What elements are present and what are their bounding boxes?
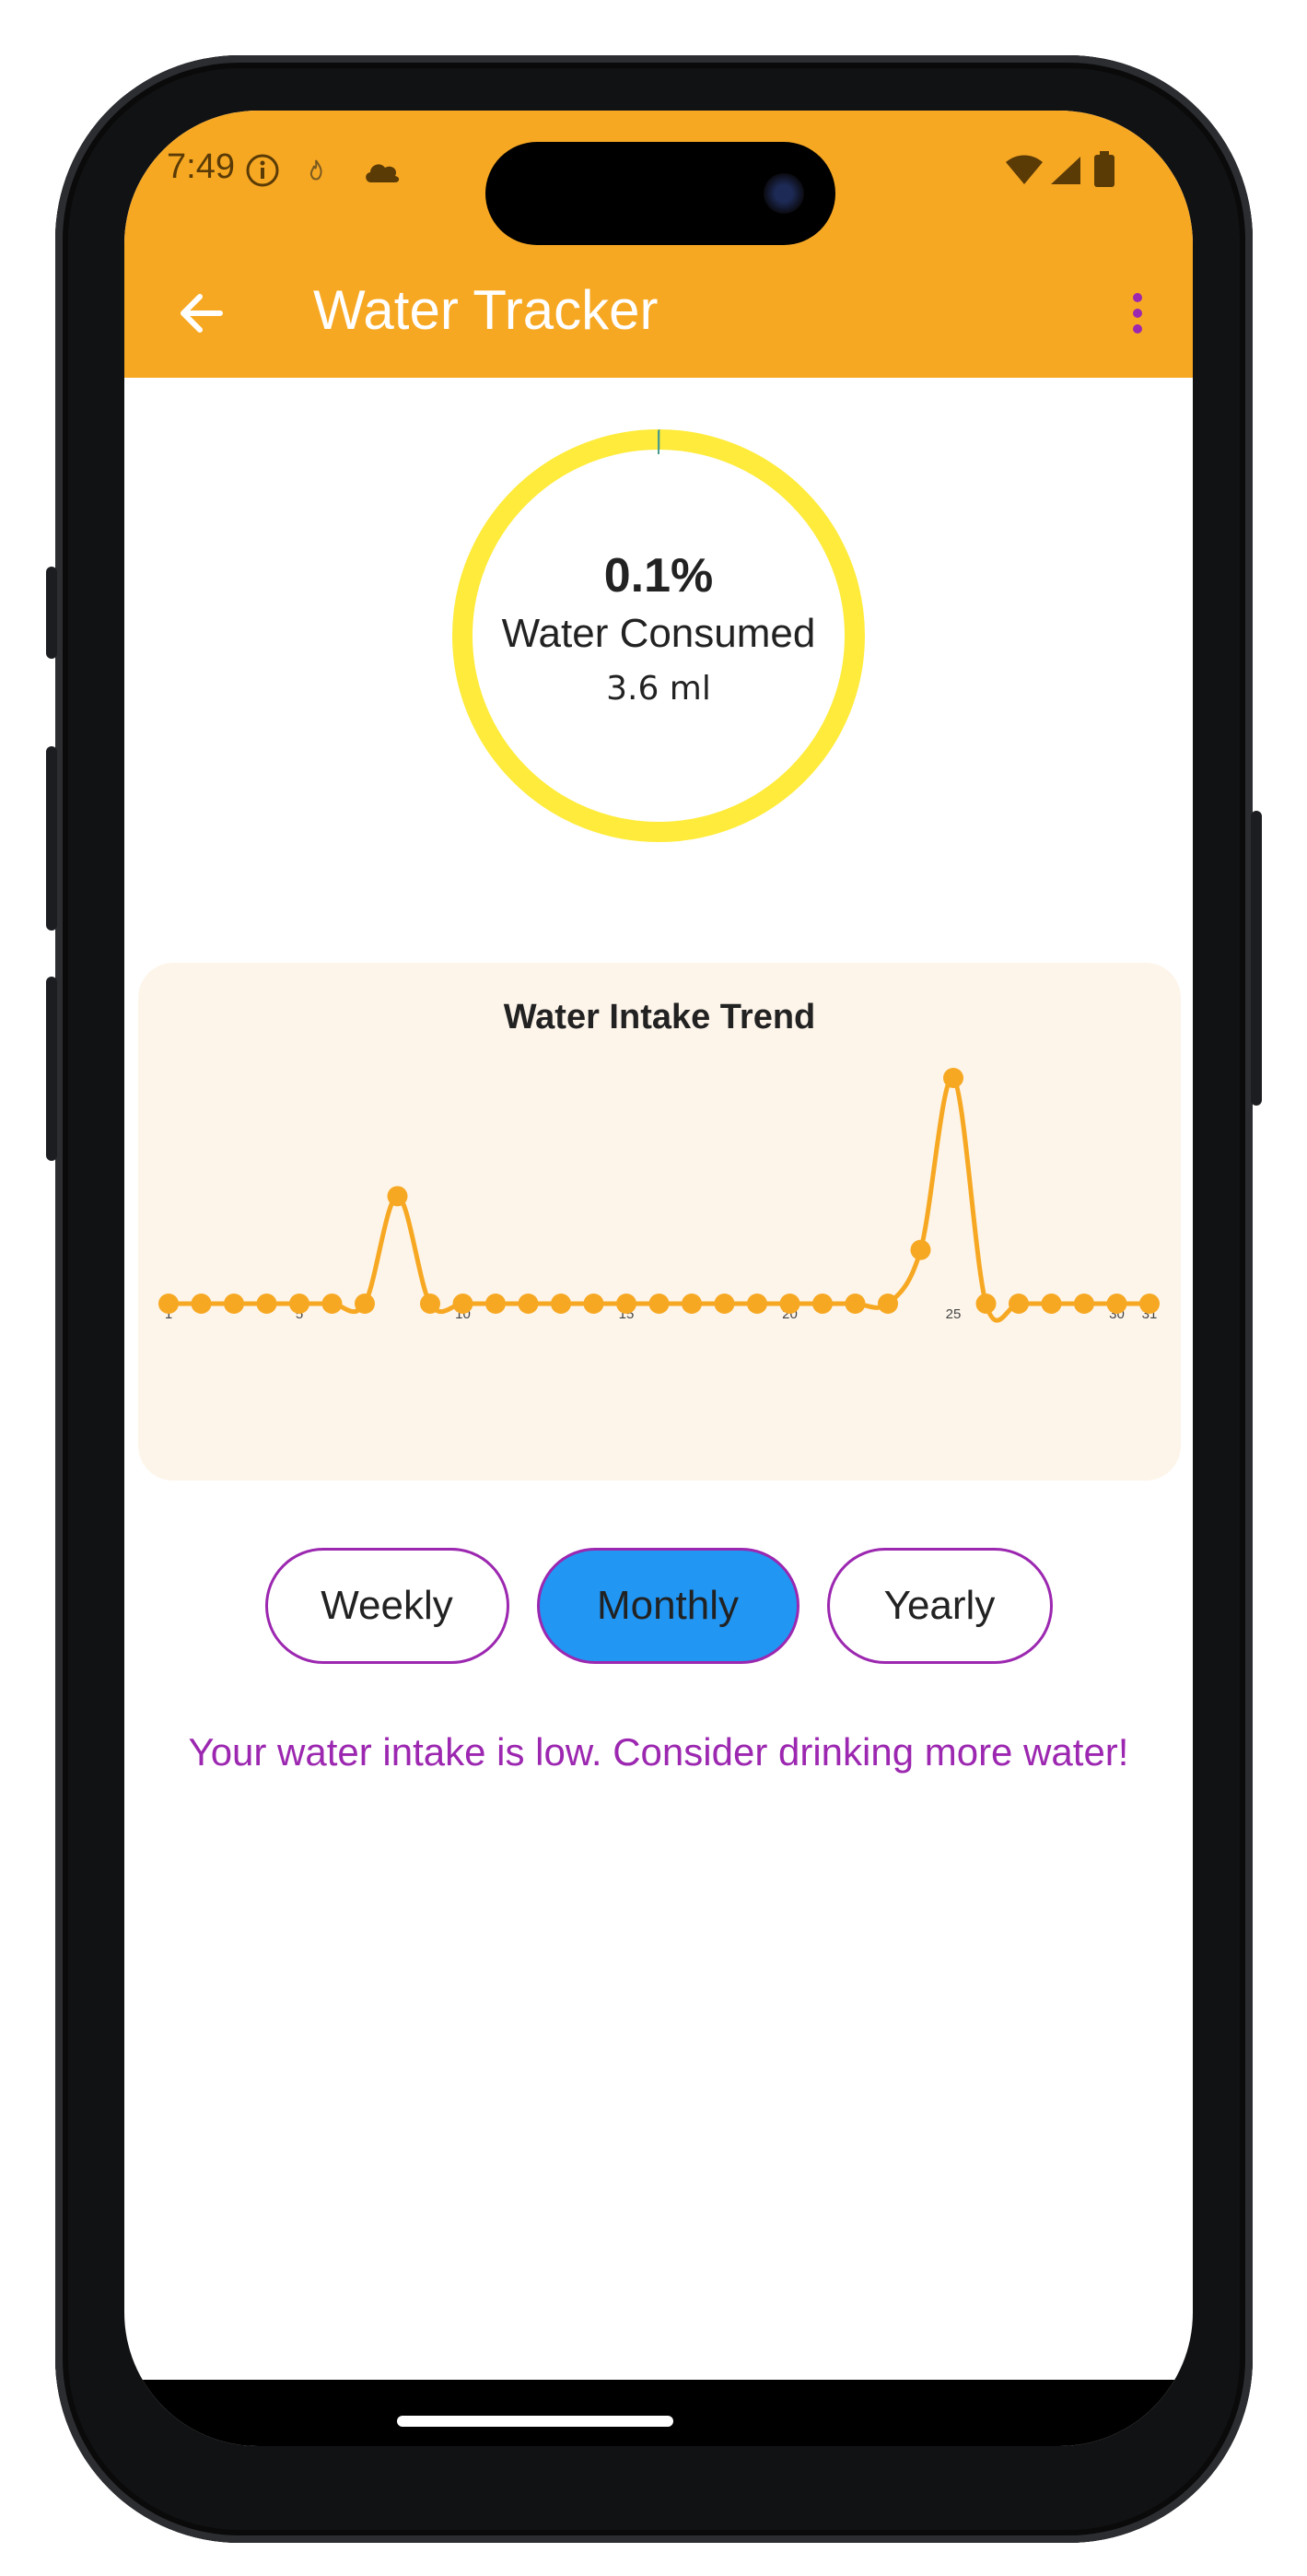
data-point <box>1139 1294 1160 1314</box>
data-point <box>747 1294 767 1314</box>
status-bar: 7:49 <box>124 111 1193 245</box>
power-button <box>1251 811 1262 1106</box>
intake-message: Your water intake is low. Consider drink… <box>188 1730 1129 1774</box>
action-button <box>46 567 57 659</box>
data-point <box>812 1294 833 1314</box>
data-point <box>682 1294 702 1314</box>
cloud-icon <box>366 164 400 182</box>
monthly-button[interactable]: Monthly <box>536 1548 799 1664</box>
data-point <box>289 1294 309 1314</box>
more-vert-dot <box>1133 309 1142 318</box>
data-point <box>714 1294 735 1314</box>
overflow-menu-button[interactable] <box>1110 275 1165 352</box>
data-point <box>583 1294 604 1314</box>
data-point <box>321 1294 343 1314</box>
data-point <box>191 1294 212 1314</box>
bottom-bar <box>124 2380 1193 2446</box>
camera-island <box>485 142 835 245</box>
camera-lens <box>764 173 804 214</box>
chart-card: Water Intake Trend 1 5 10 15 20 25 30 31 <box>138 963 1181 1481</box>
progress-ring: 0.1% Water Consumed 3.6 ml <box>451 428 866 843</box>
data-point <box>1041 1294 1062 1314</box>
volume-down-button <box>46 977 57 1161</box>
data-point <box>1009 1294 1029 1314</box>
page-title: Water Tracker <box>313 279 659 341</box>
weekly-button[interactable]: Weekly <box>264 1548 509 1664</box>
arrow-left-icon <box>181 294 223 333</box>
yearly-button[interactable]: Yearly <box>826 1548 1053 1664</box>
data-point <box>158 1294 179 1314</box>
home-indicator[interactable] <box>397 2416 673 2427</box>
data-point <box>1074 1294 1094 1314</box>
data-point <box>975 1294 997 1314</box>
data-point <box>910 1239 931 1260</box>
data-point <box>355 1294 375 1314</box>
data-point <box>845 1294 866 1314</box>
progress-percent: 0.1% <box>603 548 714 603</box>
data-point <box>485 1294 506 1314</box>
back-button[interactable] <box>165 276 239 350</box>
data-point <box>420 1294 440 1314</box>
data-point <box>943 1068 963 1088</box>
wifi-icon <box>1006 155 1043 184</box>
status-time: 7:49 <box>167 147 235 186</box>
battery-icon <box>1094 151 1114 187</box>
series-line <box>168 1075 1149 1323</box>
toolbar: Water Tracker <box>124 249 1193 378</box>
data-point <box>387 1186 408 1207</box>
progress-label: Water Consumed <box>501 610 816 656</box>
more-vert-icon <box>1133 293 1142 302</box>
app-screen: 7:49 Water Tracker 0.1% Water Consumed 3… <box>124 111 1193 2446</box>
app-bar: 7:49 Water Tracker <box>124 111 1193 378</box>
data-point <box>452 1294 473 1314</box>
x-tick-label: 25 <box>946 1306 962 1322</box>
data-point <box>616 1294 636 1314</box>
data-point <box>518 1294 539 1314</box>
data-point <box>256 1294 277 1314</box>
volume-up-button <box>46 746 57 931</box>
period-selector: Weekly Monthly Yearly <box>124 1548 1193 1664</box>
data-point <box>551 1294 571 1314</box>
signal-icon <box>1051 157 1080 184</box>
progress-amount: 3.6 ml <box>606 669 711 708</box>
intake-line-chart: 1 5 10 15 20 25 30 31 <box>158 1068 1160 1323</box>
more-vert-dot <box>1133 324 1142 334</box>
data-point <box>779 1294 800 1314</box>
progress-text: 0.1% Water Consumed 3.6 ml <box>451 428 866 843</box>
data-point <box>1106 1294 1127 1314</box>
data-point <box>878 1294 898 1314</box>
data-point <box>224 1294 244 1314</box>
data-point <box>648 1294 670 1314</box>
info-icon <box>246 154 279 187</box>
flame-icon <box>309 159 322 181</box>
